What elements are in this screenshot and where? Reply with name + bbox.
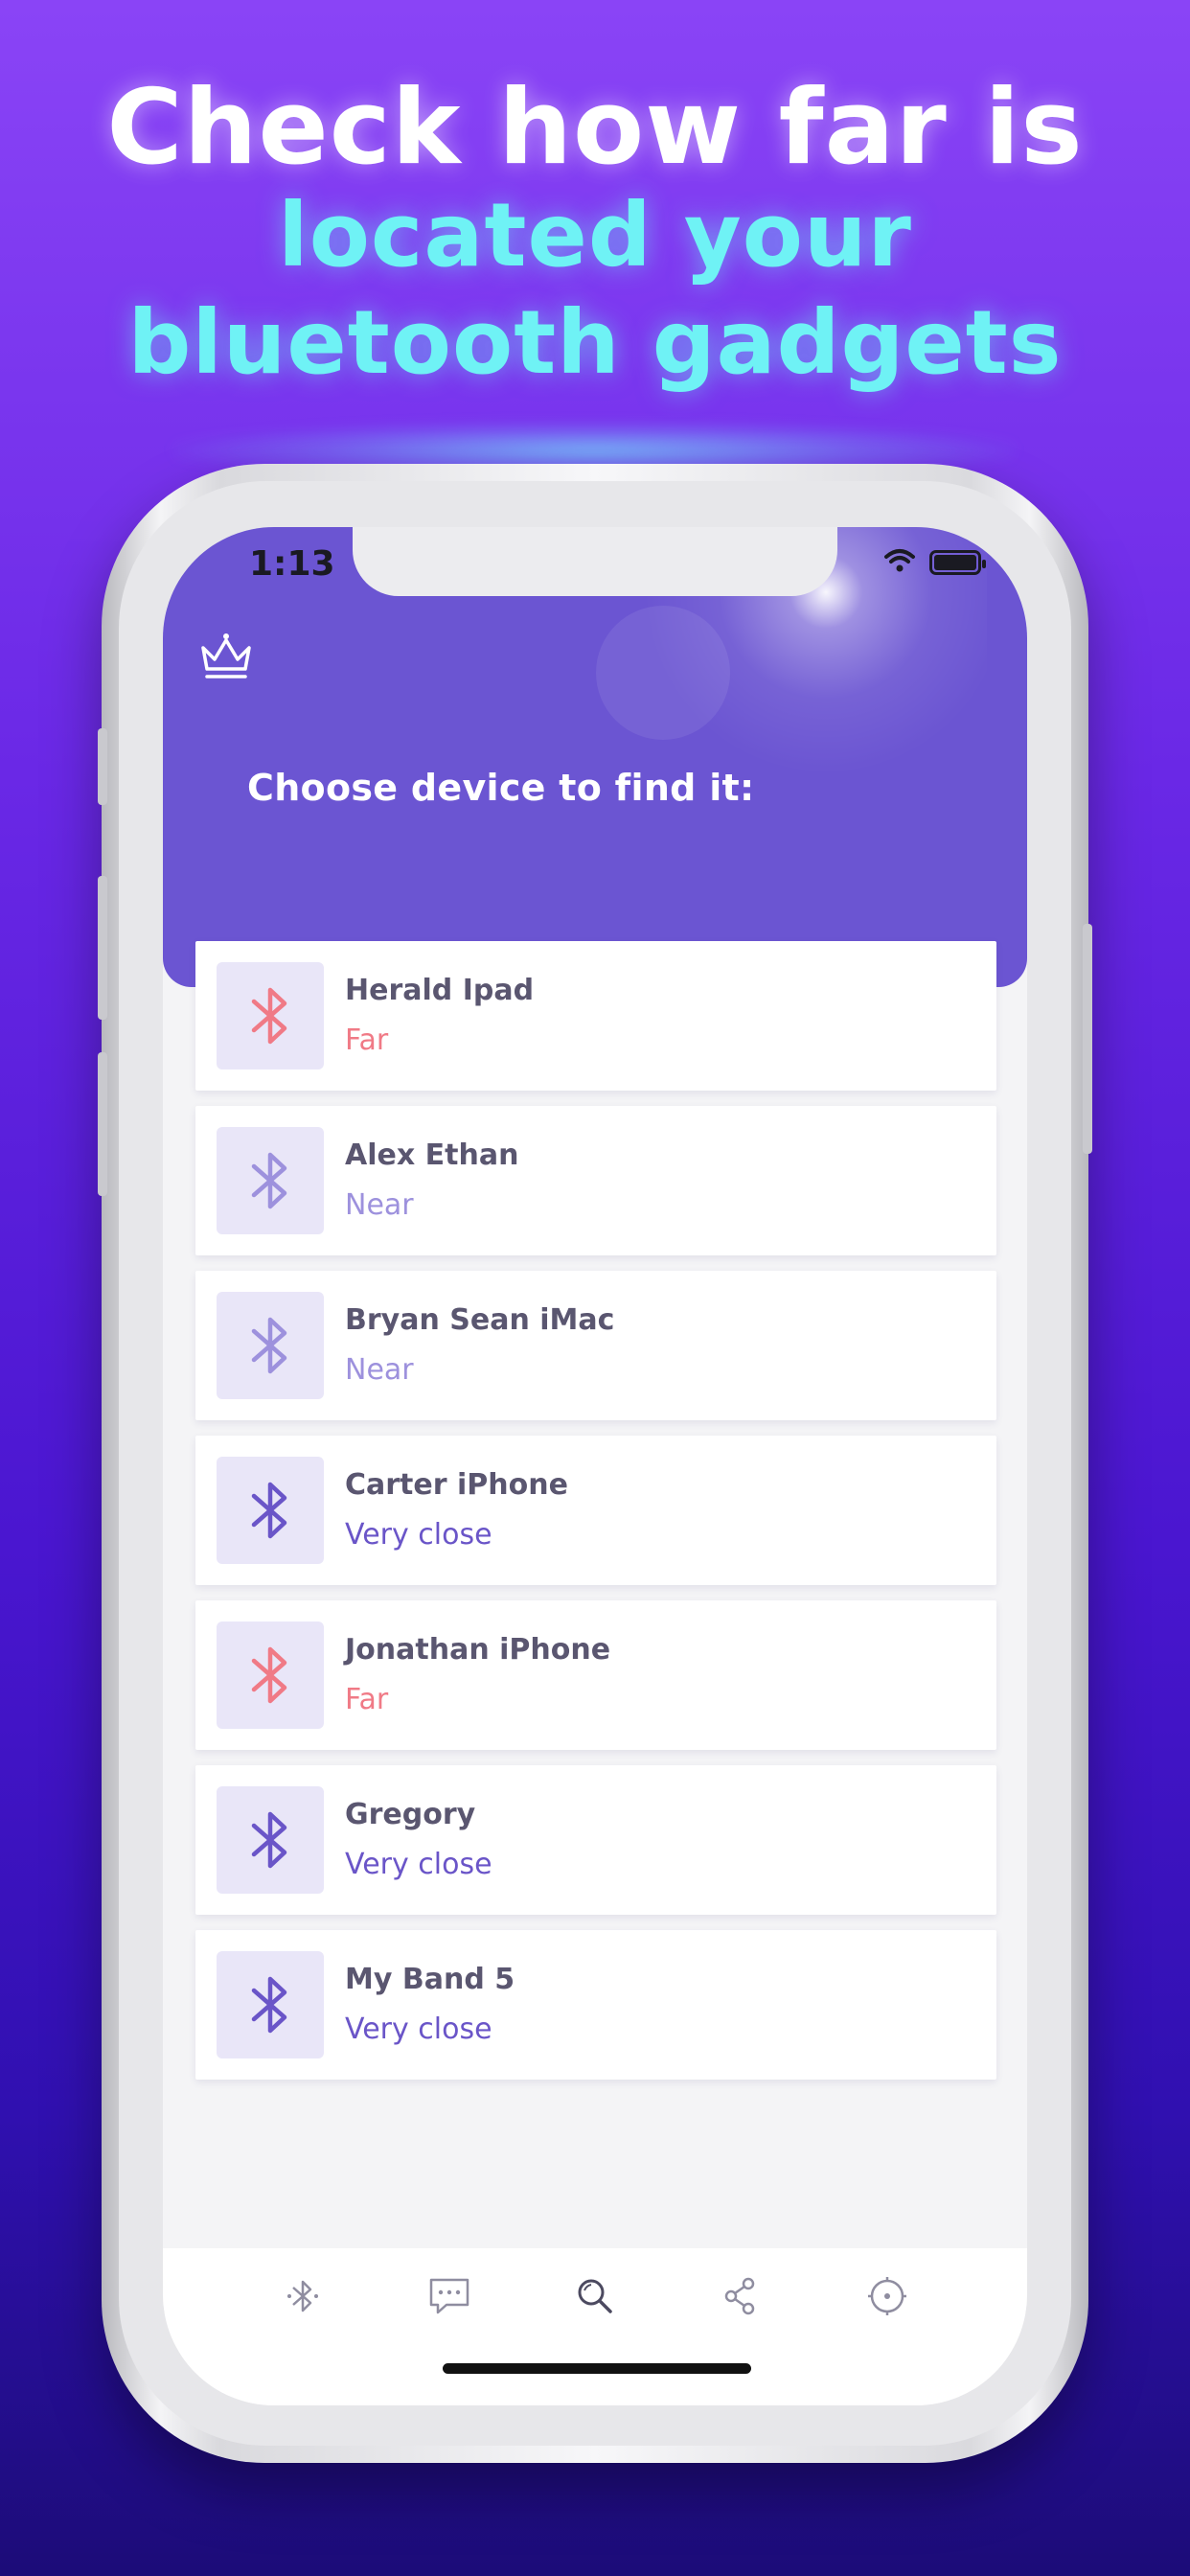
device-card[interactable]: Herald Ipad Far [195, 941, 996, 1091]
device-name: Jonathan iPhone [345, 1633, 611, 1667]
device-list: Herald Ipad Far Alex Ethan Near Bryan Se… [195, 941, 996, 2095]
home-indicator[interactable] [443, 2363, 751, 2374]
tab-bar [163, 2248, 1027, 2405]
device-distance-status: Near [345, 1353, 414, 1387]
device-name: My Band 5 [345, 1963, 515, 1996]
device-name: Herald Ipad [345, 974, 535, 1007]
device-distance-status: Far [345, 1024, 389, 1057]
wifi-icon [883, 548, 916, 577]
phone-notch [353, 527, 837, 596]
compass-icon [867, 2277, 906, 2315]
volume-down-button [98, 1052, 107, 1196]
device-card[interactable]: Bryan Sean iMac Near [195, 1271, 996, 1420]
bluetooth-icon [251, 1317, 287, 1374]
device-card[interactable]: My Band 5 Very close [195, 1930, 996, 2080]
promo-headline: Check how far is located your bluetooth … [0, 75, 1190, 397]
tab-search[interactable] [568, 2269, 622, 2323]
device-icon-box [217, 1951, 324, 2058]
device-card[interactable]: Jonathan iPhone Far [195, 1600, 996, 1750]
device-card[interactable]: Carter iPhone Very close [195, 1436, 996, 1585]
device-icon-box [217, 962, 324, 1070]
premium-crown-button[interactable] [197, 629, 255, 682]
phone-frame: 1:13 Choose device to find it: Herald Ip… [98, 464, 1092, 2463]
app-screen: 1:13 Choose device to find it: Herald Ip… [163, 527, 1027, 2405]
volume-up-button [98, 876, 107, 1020]
bluetooth-icon [251, 1152, 287, 1209]
device-distance-status: Far [345, 1683, 389, 1716]
mute-switch [98, 728, 107, 805]
device-card[interactable]: Alex Ethan Near [195, 1106, 996, 1255]
headline-line-3: bluetooth gadgets [127, 291, 1063, 394]
search-icon [578, 2279, 612, 2313]
share-icon [725, 2277, 755, 2315]
status-icons [883, 548, 986, 577]
status-time: 1:13 [249, 544, 335, 584]
tab-compass[interactable] [860, 2269, 914, 2323]
bluetooth-icon [287, 2280, 319, 2312]
device-distance-status: Very close [345, 2012, 492, 2046]
tab-share[interactable] [714, 2269, 767, 2323]
crown-icon [201, 633, 251, 678]
bluetooth-icon [251, 987, 287, 1045]
device-card[interactable]: Gregory Very close [195, 1765, 996, 1915]
device-icon-box [217, 1786, 324, 1894]
chat-icon [429, 2278, 469, 2314]
bluetooth-icon [251, 1482, 287, 1539]
device-name: Gregory [345, 1798, 476, 1831]
bluetooth-icon [251, 1976, 287, 2034]
device-icon-box [217, 1127, 324, 1234]
headline-line-2: located your [278, 184, 912, 287]
battery-icon [929, 550, 986, 575]
device-name: Alex Ethan [345, 1138, 519, 1172]
device-distance-status: Very close [345, 1848, 492, 1881]
device-distance-status: Very close [345, 1518, 492, 1552]
power-button [1083, 924, 1092, 1154]
device-distance-status: Near [345, 1188, 414, 1222]
device-icon-box [217, 1622, 324, 1729]
tab-chat[interactable] [423, 2269, 476, 2323]
device-name: Bryan Sean iMac [345, 1303, 615, 1337]
headline-line-1: Check how far is [106, 68, 1084, 188]
device-icon-box [217, 1457, 324, 1564]
page-title: Choose device to find it: [247, 767, 755, 809]
device-name: Carter iPhone [345, 1468, 568, 1502]
tab-bluetooth[interactable] [276, 2269, 330, 2323]
device-icon-box [217, 1292, 324, 1399]
bluetooth-icon [251, 1646, 287, 1704]
bluetooth-icon [251, 1811, 287, 1869]
